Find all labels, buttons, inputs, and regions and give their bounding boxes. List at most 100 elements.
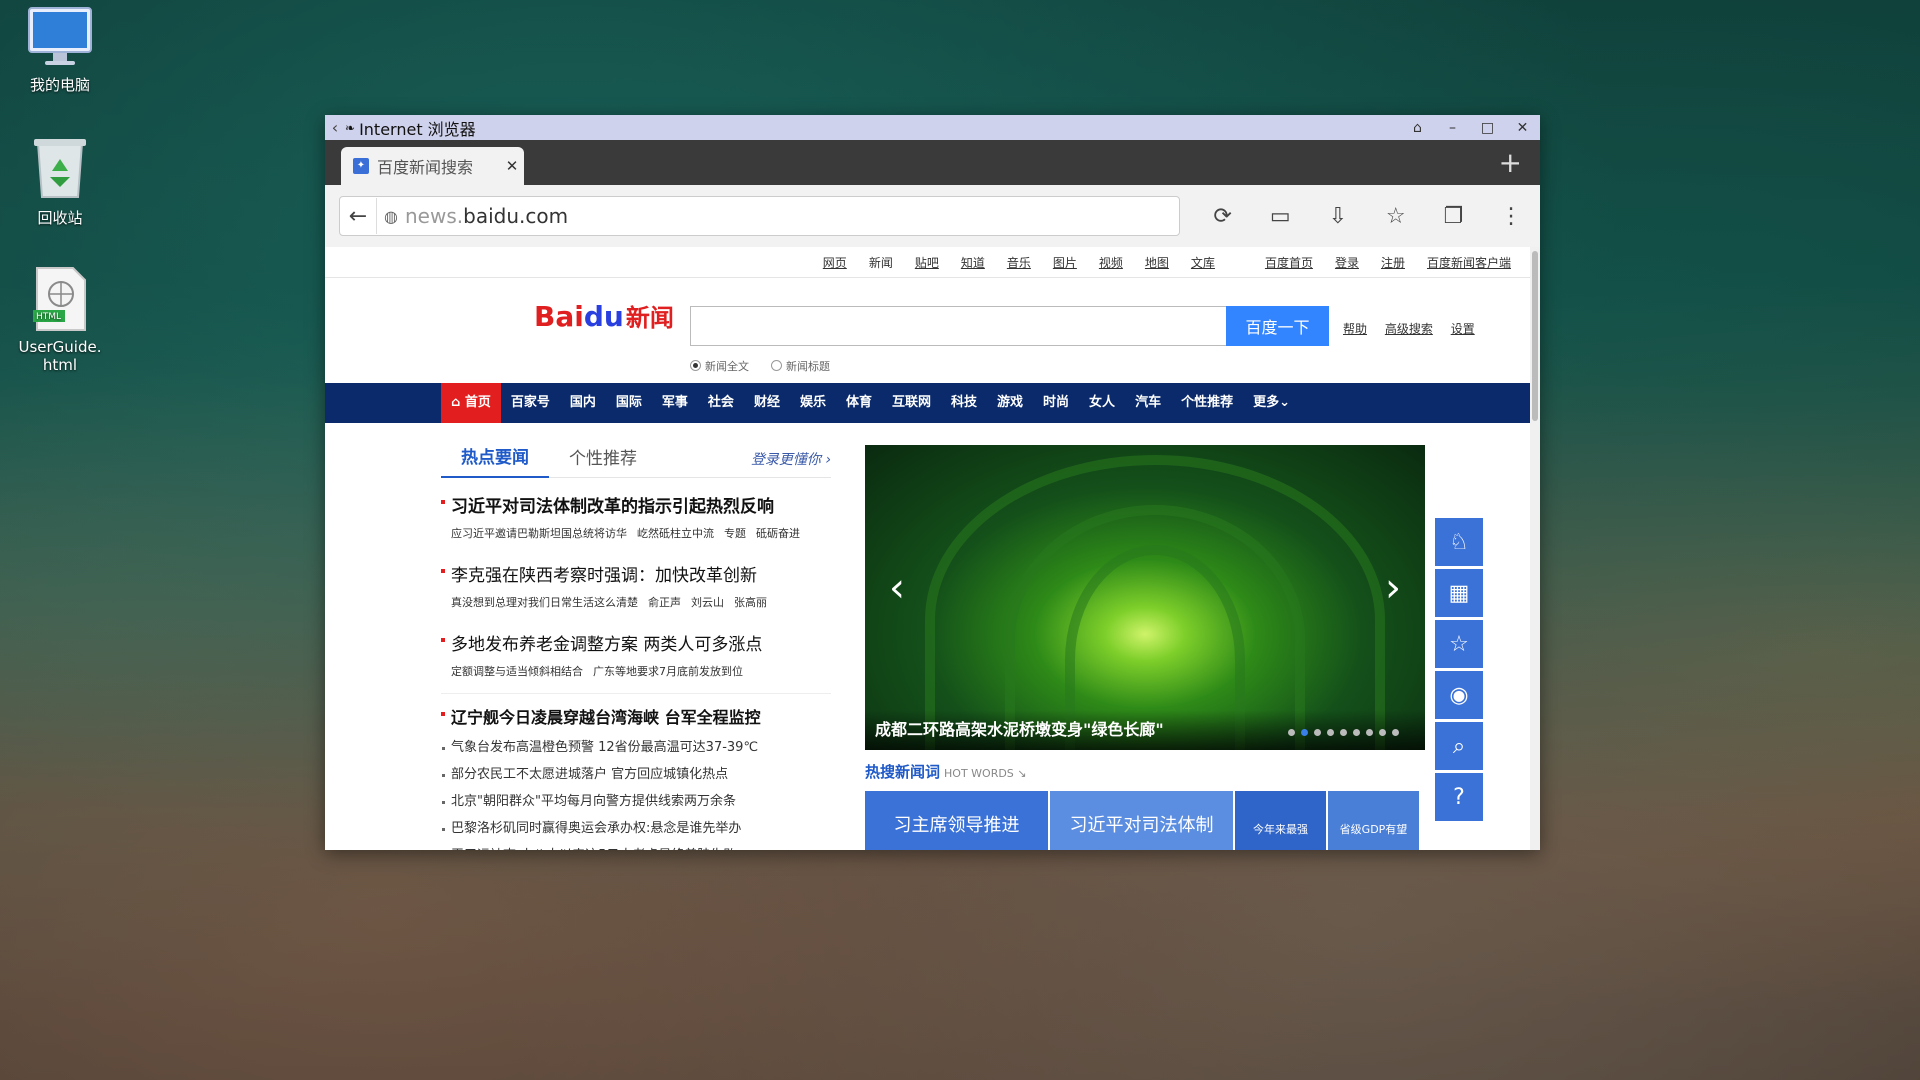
menu-dots-icon[interactable]: ⋮ bbox=[1482, 204, 1540, 229]
category-item[interactable]: 体育 bbox=[836, 383, 882, 423]
star-icon[interactable]: ☆ bbox=[1435, 620, 1483, 668]
carousel-dot-active[interactable] bbox=[1301, 729, 1308, 736]
category-item[interactable]: 娱乐 bbox=[790, 383, 836, 423]
carousel-dot[interactable] bbox=[1327, 729, 1334, 736]
close-button[interactable]: ✕ bbox=[1505, 120, 1540, 136]
category-item[interactable]: 游戏 bbox=[987, 383, 1033, 423]
tabs-icon[interactable]: ❐ bbox=[1425, 204, 1483, 229]
list-item[interactable]: 气象台发布高温橙色预警 12省份最高温可达37-39℃ bbox=[441, 734, 831, 761]
search-button[interactable]: 百度一下 bbox=[1226, 306, 1329, 346]
hot-word-tile[interactable]: 习近平对司法体制 bbox=[1050, 791, 1233, 850]
category-item[interactable]: 汽车 bbox=[1125, 383, 1171, 423]
topnav-link[interactable]: 新闻 bbox=[869, 254, 893, 271]
sub-link[interactable]: 真没想到总理对我们日常生活这么清楚 bbox=[451, 596, 638, 609]
sub-link[interactable]: 定额调整与适当倾斜相结合 bbox=[451, 665, 583, 678]
desktop-icon-recycle-bin[interactable]: 回收站 bbox=[10, 137, 110, 228]
search-icon[interactable]: ⌕ bbox=[1435, 722, 1483, 770]
category-more[interactable]: 更多⌄ bbox=[1243, 383, 1300, 423]
sub-link[interactable]: 俞正声 bbox=[648, 596, 681, 609]
sub-link[interactable]: 广东等地要求7月底前发放到位 bbox=[593, 665, 743, 678]
topnav-right-link[interactable]: 登录 bbox=[1335, 254, 1359, 271]
category-item[interactable]: 个性推荐 bbox=[1171, 383, 1243, 423]
topnav-link[interactable]: 网页 bbox=[823, 254, 847, 271]
carousel-next-icon[interactable]: › bbox=[1385, 565, 1401, 611]
image-carousel[interactable]: ‹ › 成都二环路高架水泥桥墩变身"绿色长廊" bbox=[865, 445, 1425, 750]
category-item[interactable]: 国际 bbox=[606, 383, 652, 423]
baidu-news-logo[interactable]: Baidu新闻 bbox=[534, 298, 674, 333]
url-box[interactable]: ← ◍ news.baidu.com bbox=[339, 196, 1180, 236]
carousel-caption[interactable]: 成都二环路高架水泥桥墩变身"绿色长廊" bbox=[875, 716, 1164, 740]
settings-link[interactable]: 设置 bbox=[1451, 322, 1475, 336]
reload-icon[interactable]: ⟳ bbox=[1194, 204, 1252, 229]
carousel-dot[interactable] bbox=[1340, 729, 1347, 736]
scrollbar-thumb[interactable] bbox=[1532, 251, 1538, 421]
category-item[interactable]: 军事 bbox=[652, 383, 698, 423]
tab-close-icon[interactable]: ✕ bbox=[500, 157, 524, 175]
list-item[interactable]: 王三运被查 十八大以来这5只大老虎最终着陆失败 bbox=[441, 842, 831, 850]
login-hint[interactable]: 登录更懂你 › bbox=[751, 449, 831, 469]
sub-link[interactable]: 屹然砥柱立中流 bbox=[637, 527, 714, 540]
topnav-right-link[interactable]: 注册 bbox=[1381, 254, 1405, 271]
radio-fulltext[interactable]: 新闻全文 bbox=[690, 358, 749, 374]
advanced-search-link[interactable]: 高级搜索 bbox=[1385, 322, 1433, 336]
category-item[interactable]: 科技 bbox=[941, 383, 987, 423]
topnav-link[interactable]: 音乐 bbox=[1007, 254, 1031, 271]
list-item[interactable]: 巴黎洛杉矶同时赢得奥运会承办权:悬念是谁先举办 bbox=[441, 815, 831, 842]
category-item[interactable]: 女人 bbox=[1079, 383, 1125, 423]
carousel-dot[interactable] bbox=[1353, 729, 1360, 736]
minimize-button[interactable]: – bbox=[1435, 120, 1470, 136]
topnav-link[interactable]: 地图 bbox=[1145, 254, 1169, 271]
carousel-dot[interactable] bbox=[1379, 729, 1386, 736]
carousel-dot[interactable] bbox=[1288, 729, 1295, 736]
pin-icon[interactable]: ⌂ bbox=[1400, 120, 1435, 136]
url-text[interactable]: news.baidu.com bbox=[405, 204, 568, 228]
sub-link[interactable]: 张高丽 bbox=[734, 596, 767, 609]
sub-link[interactable]: 应习近平邀请巴勒斯坦国总统将访华 bbox=[451, 527, 627, 540]
category-item[interactable]: 互联网 bbox=[882, 383, 941, 423]
eye-icon[interactable]: ◉ bbox=[1435, 671, 1483, 719]
maximize-button[interactable]: □ bbox=[1470, 120, 1505, 136]
hot-word-tile[interactable]: 习主席领导推进 bbox=[865, 791, 1048, 850]
sub-link[interactable]: 专题 bbox=[724, 527, 746, 540]
carousel-dot[interactable] bbox=[1366, 729, 1373, 736]
carousel-prev-icon[interactable]: ‹ bbox=[889, 565, 905, 611]
topnav-link[interactable]: 知道 bbox=[961, 254, 985, 271]
topnav-link[interactable]: 图片 bbox=[1053, 254, 1077, 271]
topnav-link[interactable]: 文库 bbox=[1191, 254, 1215, 271]
search-input[interactable] bbox=[690, 306, 1227, 346]
topnav-link[interactable]: 视频 bbox=[1099, 254, 1123, 271]
topnav-link[interactable]: 贴吧 bbox=[915, 254, 939, 271]
carousel-dot[interactable] bbox=[1392, 729, 1399, 736]
category-home[interactable]: ⌂ 首页 bbox=[441, 383, 501, 423]
help-link[interactable]: 帮助 bbox=[1343, 322, 1367, 336]
bell-icon[interactable]: ♘ bbox=[1435, 518, 1483, 566]
sub-link[interactable]: 砥砺奋进 bbox=[756, 527, 800, 540]
category-item[interactable]: 时尚 bbox=[1033, 383, 1079, 423]
back-chevron-icon[interactable]: ‹ bbox=[325, 118, 345, 137]
desktop-mode-icon[interactable]: ▭ bbox=[1251, 204, 1309, 229]
category-item[interactable]: 百家号 bbox=[501, 383, 560, 423]
carousel-dot[interactable] bbox=[1314, 729, 1321, 736]
topnav-right-link[interactable]: 百度新闻客户端 bbox=[1427, 254, 1511, 271]
page-scrollbar[interactable] bbox=[1530, 247, 1540, 850]
headline[interactable]: 李克强在陕西考察时强调：加快改革创新 bbox=[441, 561, 831, 586]
hot-word-tile[interactable]: 省级GDP有望 bbox=[1328, 791, 1419, 850]
browser-tab[interactable]: ✦ 百度新闻搜索 ✕ bbox=[341, 147, 524, 185]
new-tab-icon[interactable]: + bbox=[1499, 146, 1522, 179]
category-item[interactable]: 财经 bbox=[744, 383, 790, 423]
feedback-icon[interactable]: ? bbox=[1435, 773, 1483, 821]
back-arrow-icon[interactable]: ← bbox=[340, 198, 377, 234]
sub-link[interactable]: 刘云山 bbox=[691, 596, 724, 609]
tab-hot-news[interactable]: 热点要闻 bbox=[441, 440, 549, 478]
desktop-icon-userguide[interactable]: HTML UserGuide. html bbox=[10, 266, 110, 374]
tab-personal[interactable]: 个性推荐 bbox=[549, 441, 657, 477]
headline[interactable]: 多地发布养老金调整方案 两类人可多涨点 bbox=[441, 630, 831, 655]
list-item[interactable]: 北京"朝阳群众"平均每月向警方提供线索两万余条 bbox=[441, 788, 831, 815]
headline[interactable]: 辽宁舰今日凌晨穿越台湾海峡 台军全程监控 bbox=[441, 704, 831, 728]
headline[interactable]: 习近平对司法体制改革的指示引起热烈反响 bbox=[441, 492, 831, 517]
qrcode-icon[interactable]: ▦ bbox=[1435, 569, 1483, 617]
desktop-icon-my-computer[interactable]: 我的电脑 bbox=[10, 6, 110, 95]
bookmark-star-icon[interactable]: ☆ bbox=[1367, 204, 1425, 229]
download-icon[interactable]: ⇩ bbox=[1309, 204, 1367, 229]
category-item[interactable]: 社会 bbox=[698, 383, 744, 423]
